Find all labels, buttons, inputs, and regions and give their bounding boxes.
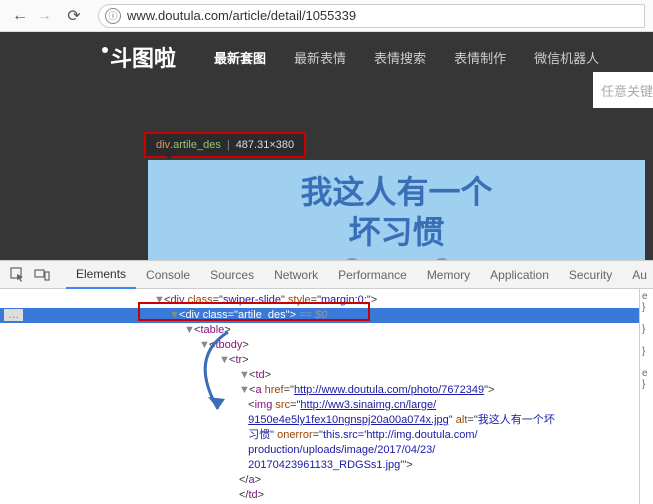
tab-console[interactable]: Console xyxy=(136,261,200,289)
tab-network[interactable]: Network xyxy=(264,261,328,289)
meme-character xyxy=(307,258,487,260)
tooltip-separator: | xyxy=(227,139,230,151)
reload-button[interactable]: ⟳ xyxy=(62,4,86,28)
tab-sources[interactable]: Sources xyxy=(200,261,264,289)
nav-item-make-emoji[interactable]: 表情制作 xyxy=(440,48,520,67)
tab-application[interactable]: Application xyxy=(480,261,559,289)
tab-elements[interactable]: Elements xyxy=(66,261,136,289)
breadcrumb-dots[interactable]: … xyxy=(4,309,23,321)
selected-node[interactable]: ▼<div class="artile_des"> == $0 xyxy=(0,308,639,323)
meme-text-line2: 坏习惯 xyxy=(348,212,444,252)
tooltip-tag: div xyxy=(156,139,170,151)
forward-button[interactable]: → xyxy=(32,4,56,28)
nav-item-wechat-bot[interactable]: 微信机器人 xyxy=(520,48,613,67)
tab-memory[interactable]: Memory xyxy=(417,261,480,289)
back-button[interactable]: ← xyxy=(8,4,32,28)
search-input[interactable]: 任意关键 xyxy=(593,72,653,108)
meme-text-line1: 我这人有一个 xyxy=(300,172,492,212)
site-logo[interactable]: 斗图啦 xyxy=(110,41,176,73)
tooltip-dimensions: 487.31×380 xyxy=(236,139,294,151)
styles-panel-edge: e} } } e} xyxy=(639,289,653,504)
nav-item-latest-set[interactable]: 最新套图 xyxy=(200,48,280,67)
tab-audits[interactable]: Au xyxy=(622,261,653,289)
info-icon: ⓘ xyxy=(105,8,121,24)
inspected-element: 我这人有一个 坏习惯 xyxy=(148,160,645,260)
url-text: www.doutula.com/article/detail/1055339 xyxy=(127,8,638,23)
nav-item-search-emoji[interactable]: 表情搜索 xyxy=(360,48,440,67)
device-icon[interactable] xyxy=(34,267,50,283)
tab-performance[interactable]: Performance xyxy=(328,261,417,289)
address-bar[interactable]: ⓘ www.doutula.com/article/detail/1055339 xyxy=(98,4,645,28)
elements-source[interactable]: … ▼<div class="swiper-slide" style="marg… xyxy=(0,289,639,504)
nav-item-latest-emoji[interactable]: 最新表情 xyxy=(280,48,360,67)
inspect-tooltip: div.artile_des | 487.31×380 xyxy=(144,132,306,158)
tooltip-class: .artile_des xyxy=(170,139,221,151)
inspect-icon[interactable] xyxy=(10,267,26,283)
tab-security[interactable]: Security xyxy=(559,261,622,289)
